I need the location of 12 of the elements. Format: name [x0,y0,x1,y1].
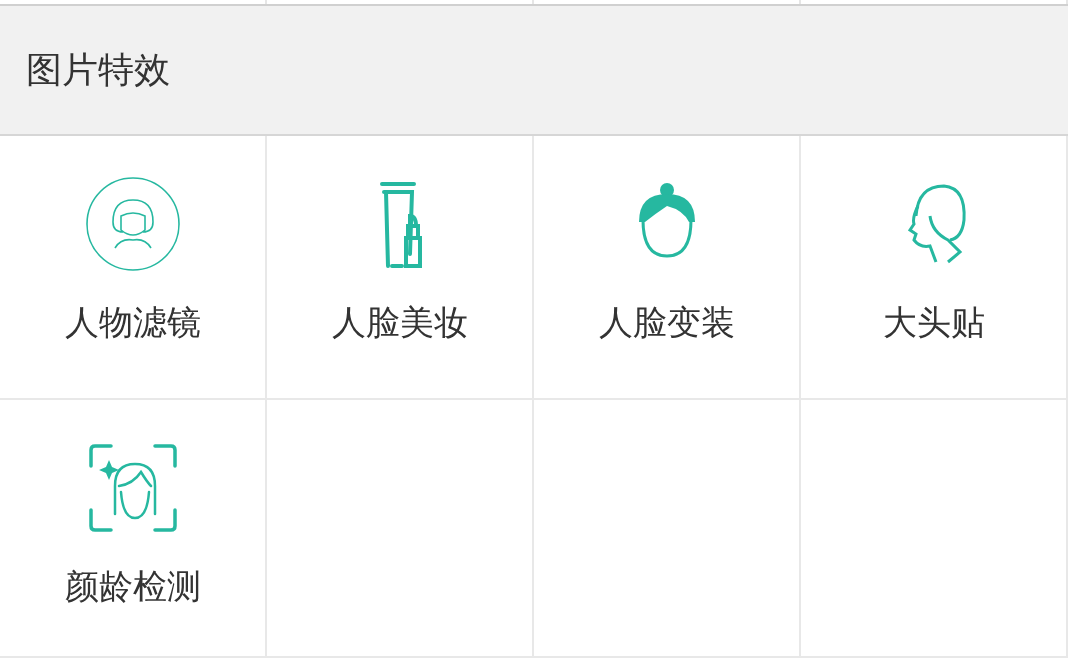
tool-tile[interactable]: 大头贴 [801,136,1068,400]
tool-tile[interactable]: 颜龄检测 [0,400,267,658]
tool-tile[interactable]: 人脸美妆 [267,136,534,400]
section-title: 图片特效 [26,47,170,92]
tool-label: 人脸美妆 [331,301,468,344]
tool-label: 大头贴 [882,301,985,344]
tool-tile[interactable]: 人脸变装 [534,136,801,400]
tool-label: 颜龄检测 [64,565,201,608]
tool-label: 人脸变装 [598,301,735,344]
woman-in-circle-icon [84,176,181,272]
tool-label: 人物滤镜 [64,301,201,344]
tool-tile[interactable]: 人物滤镜 [0,136,267,400]
